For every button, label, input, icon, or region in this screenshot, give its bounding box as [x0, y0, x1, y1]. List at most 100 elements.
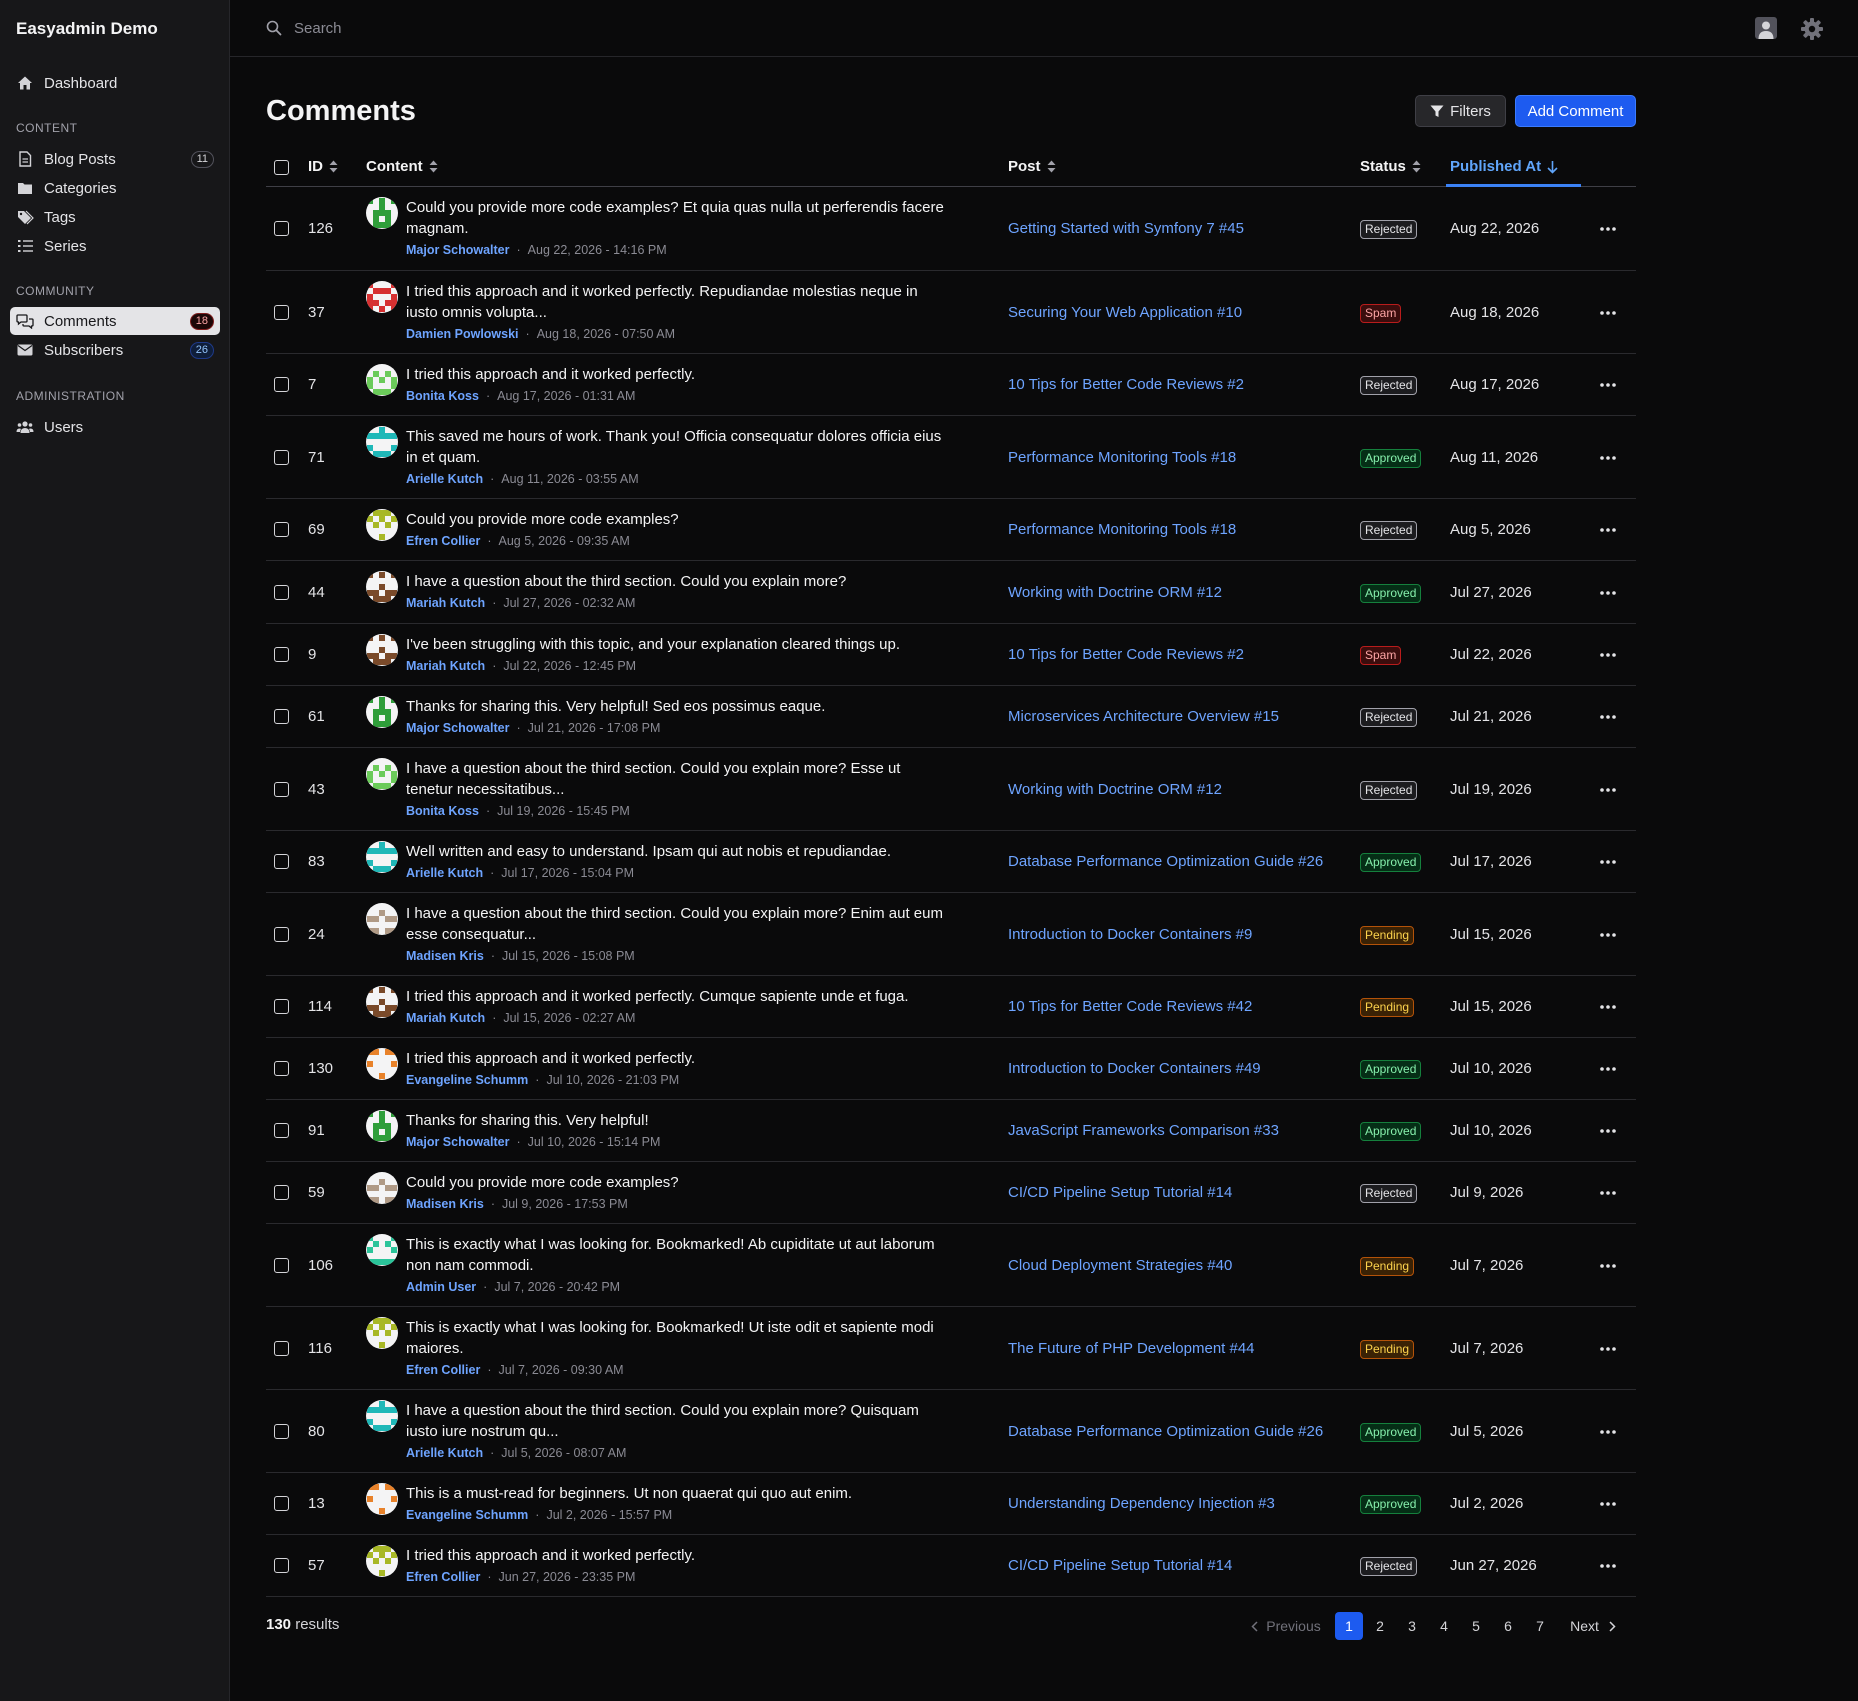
table-row[interactable]: 126 Could you provide more code examples…: [266, 187, 1636, 271]
sidebar-item-blog-posts[interactable]: Blog Posts 11: [10, 145, 220, 173]
author-link[interactable]: Mariah Kutch: [406, 659, 485, 673]
table-row[interactable]: 24 I have a question about the third sec…: [266, 893, 1636, 976]
more-actions-icon[interactable]: [1596, 1059, 1620, 1079]
more-actions-icon[interactable]: [1596, 1121, 1620, 1141]
more-actions-icon[interactable]: [1596, 1556, 1620, 1576]
row-checkbox[interactable]: [274, 377, 289, 392]
author-link[interactable]: Efren Collier: [406, 1363, 480, 1377]
page-1-button[interactable]: 1: [1335, 1612, 1363, 1640]
author-link[interactable]: Mariah Kutch: [406, 1011, 485, 1025]
post-link[interactable]: Getting Started with Symfony 7 #45: [1008, 220, 1244, 237]
page-3-button[interactable]: 3: [1398, 1612, 1426, 1640]
more-actions-icon[interactable]: [1596, 1183, 1620, 1203]
next-page-button[interactable]: Next: [1564, 1612, 1622, 1640]
row-checkbox[interactable]: [274, 304, 289, 320]
post-link[interactable]: JavaScript Frameworks Comparison #33: [1008, 1122, 1279, 1139]
sidebar-item-tags[interactable]: Tags: [10, 203, 220, 231]
row-checkbox[interactable]: [274, 999, 289, 1014]
more-actions-icon[interactable]: [1596, 1256, 1620, 1276]
row-checkbox[interactable]: [274, 221, 289, 236]
table-row[interactable]: 130 I tried this approach and it worked …: [266, 1038, 1636, 1100]
more-actions-icon[interactable]: [1596, 852, 1620, 872]
row-checkbox[interactable]: [274, 522, 289, 537]
row-checkbox[interactable]: [274, 709, 289, 724]
sidebar-item-series[interactable]: Series: [10, 232, 220, 260]
column-header-content[interactable]: Content: [366, 158, 438, 175]
author-link[interactable]: Bonita Koss: [406, 804, 479, 818]
post-link[interactable]: Database Performance Optimization Guide …: [1008, 1423, 1323, 1440]
row-checkbox[interactable]: [274, 1496, 289, 1511]
more-actions-icon[interactable]: [1596, 303, 1620, 323]
table-row[interactable]: 59 Could you provide more code examples?…: [266, 1162, 1636, 1224]
author-link[interactable]: Madisen Kris: [406, 949, 484, 963]
column-header-published-at[interactable]: Published At: [1450, 158, 1558, 175]
post-link[interactable]: Securing Your Web Application #10: [1008, 304, 1242, 321]
column-header-post[interactable]: Post: [1008, 158, 1056, 175]
table-row[interactable]: 9 I've been struggling with this topic, …: [266, 624, 1636, 686]
app-title[interactable]: Easyadmin Demo: [16, 19, 158, 39]
table-row[interactable]: 57 I tried this approach and it worked p…: [266, 1535, 1636, 1597]
row-checkbox[interactable]: [274, 1061, 289, 1076]
sidebar-item-categories[interactable]: Categories: [10, 174, 220, 202]
more-actions-icon[interactable]: [1596, 1422, 1620, 1442]
table-row[interactable]: 7 I tried this approach and it worked pe…: [266, 354, 1636, 416]
post-link[interactable]: Working with Doctrine ORM #12: [1008, 781, 1222, 798]
author-link[interactable]: Arielle Kutch: [406, 1446, 483, 1460]
more-actions-icon[interactable]: [1596, 780, 1620, 800]
post-link[interactable]: 10 Tips for Better Code Reviews #42: [1008, 998, 1252, 1015]
post-link[interactable]: Performance Monitoring Tools #18: [1008, 449, 1236, 466]
sidebar-item-comments[interactable]: Comments 18: [10, 307, 220, 335]
table-row[interactable]: 106 This is exactly what I was looking f…: [266, 1224, 1636, 1307]
filters-button[interactable]: Filters: [1415, 95, 1506, 127]
more-actions-icon[interactable]: [1596, 1494, 1620, 1514]
select-all-checkbox[interactable]: [274, 160, 289, 175]
more-actions-icon[interactable]: [1596, 448, 1620, 468]
table-row[interactable]: 83 Well written and easy to understand. …: [266, 831, 1636, 893]
table-row[interactable]: 80 I have a question about the third sec…: [266, 1390, 1636, 1473]
row-checkbox[interactable]: [274, 926, 289, 942]
post-link[interactable]: Understanding Dependency Injection #3: [1008, 1495, 1275, 1512]
more-actions-icon[interactable]: [1596, 583, 1620, 603]
author-link[interactable]: Arielle Kutch: [406, 472, 483, 486]
table-row[interactable]: 61 Thanks for sharing this. Very helpful…: [266, 686, 1636, 748]
table-row[interactable]: 44 I have a question about the third sec…: [266, 561, 1636, 624]
author-link[interactable]: Admin User: [406, 1280, 476, 1294]
column-header-status[interactable]: Status: [1360, 158, 1421, 175]
row-checkbox[interactable]: [274, 1123, 289, 1138]
author-link[interactable]: Evangeline Schumm: [406, 1508, 528, 1522]
table-row[interactable]: 13 This is a must-read for beginners. Ut…: [266, 1473, 1636, 1535]
author-link[interactable]: Major Schowalter: [406, 1135, 510, 1149]
post-link[interactable]: 10 Tips for Better Code Reviews #2: [1008, 376, 1244, 393]
author-link[interactable]: Major Schowalter: [406, 721, 510, 735]
post-link[interactable]: CI/CD Pipeline Setup Tutorial #14: [1008, 1557, 1232, 1574]
sidebar-item-users[interactable]: Users: [10, 413, 220, 441]
more-actions-icon[interactable]: [1596, 219, 1620, 239]
author-link[interactable]: Major Schowalter: [406, 243, 510, 257]
post-link[interactable]: The Future of PHP Development #44: [1008, 1340, 1255, 1357]
row-checkbox[interactable]: [274, 584, 289, 600]
author-link[interactable]: Efren Collier: [406, 1570, 480, 1584]
user-avatar-icon[interactable]: [1755, 17, 1777, 39]
post-link[interactable]: Database Performance Optimization Guide …: [1008, 853, 1323, 870]
more-actions-icon[interactable]: [1596, 1339, 1620, 1359]
author-link[interactable]: Evangeline Schumm: [406, 1073, 528, 1087]
row-checkbox[interactable]: [274, 854, 289, 869]
page-7-button[interactable]: 7: [1526, 1612, 1554, 1640]
page-2-button[interactable]: 2: [1366, 1612, 1394, 1640]
table-row[interactable]: 69 Could you provide more code examples?…: [266, 499, 1636, 561]
more-actions-icon[interactable]: [1596, 645, 1620, 665]
row-checkbox[interactable]: [274, 1558, 289, 1573]
sidebar-item-dashboard[interactable]: Dashboard: [10, 69, 220, 97]
more-actions-icon[interactable]: [1596, 520, 1620, 540]
row-checkbox[interactable]: [274, 781, 289, 797]
column-header-id[interactable]: ID: [308, 158, 338, 175]
row-checkbox[interactable]: [274, 1340, 289, 1356]
row-checkbox[interactable]: [274, 1423, 289, 1439]
more-actions-icon[interactable]: [1596, 375, 1620, 395]
table-row[interactable]: 114 I tried this approach and it worked …: [266, 976, 1636, 1038]
row-checkbox[interactable]: [274, 1257, 289, 1273]
page-5-button[interactable]: 5: [1462, 1612, 1490, 1640]
table-row[interactable]: 43 I have a question about the third sec…: [266, 748, 1636, 831]
table-row[interactable]: 91 Thanks for sharing this. Very helpful…: [266, 1100, 1636, 1162]
page-4-button[interactable]: 4: [1430, 1612, 1458, 1640]
